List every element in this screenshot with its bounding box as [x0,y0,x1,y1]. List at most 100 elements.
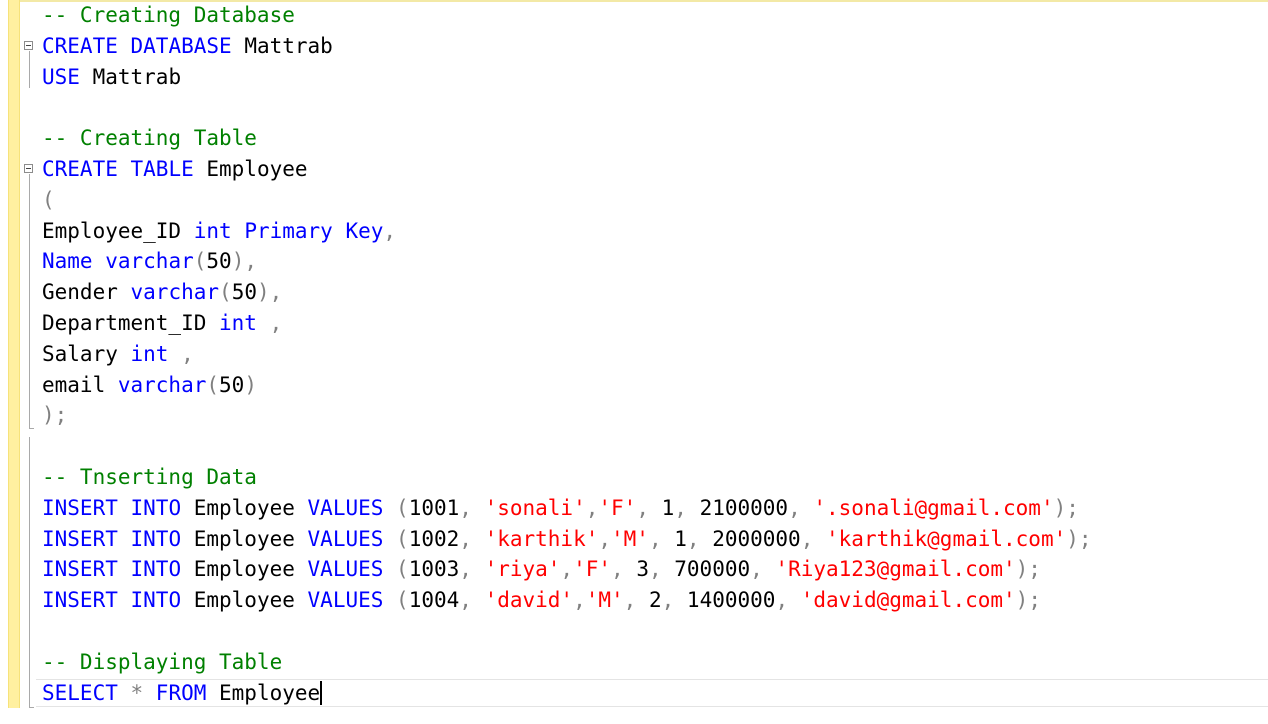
code-token: INSERT [42,588,118,613]
code-line[interactable]: -- Creating Table [42,123,1262,154]
text-caret [320,680,323,705]
code-token: , [459,588,485,613]
code-token: ), [256,280,283,305]
code-line[interactable]: -- Creating Database [42,0,1262,31]
code-token: Mattrab [231,33,333,58]
code-token: , [636,495,662,520]
code-line[interactable]: ); [42,400,1262,431]
code-token: , [661,588,687,613]
code-token: 'F' [573,557,612,582]
code-token: int [193,218,232,243]
code-token: 'karthik@gmail.com' [826,526,1067,551]
code-token: TABLE [130,156,194,181]
code-line[interactable]: USE Mattrab [42,62,1262,93]
code-token: 'Riya123@gmail.com' [775,557,1016,582]
code-token: 1 [674,526,687,551]
code-token: , [800,526,827,551]
code-line[interactable]: CREATE DATABASE Mattrab [42,31,1262,62]
code-line[interactable]: INSERT INTO Employee VALUES (1001, 'sona… [42,493,1262,524]
code-token: Key [345,218,384,243]
code-line[interactable] [42,431,1262,462]
code-token: 1001 [408,495,460,520]
sql-query-editor[interactable]: -- Creating Database CREATE DATABASE Matt… [0,0,1268,724]
code-token: CREATE [42,33,118,58]
code-token: 50 [219,372,245,397]
code-line[interactable]: CREATE TABLE Employee [42,154,1262,185]
code-token: 'david@gmail.com' [800,588,1016,613]
code-token: DATABASE [130,33,232,58]
code-token: , [775,588,801,613]
code-token: 'david' [484,588,574,613]
code-line[interactable]: INSERT INTO Employee VALUES (1004, 'davi… [42,585,1262,616]
code-token: int [219,310,257,335]
change-tracking-margin [8,0,20,708]
code-line[interactable]: Salary int , [42,339,1262,370]
code-token: 2100000 [699,495,789,520]
code-token: ( [383,495,409,520]
code-line[interactable]: Employee_ID int Primary Key, [42,216,1262,247]
code-token: * [117,680,156,705]
code-token: email [42,372,118,397]
code-token: 'riya' [484,557,561,582]
code-token: Department_ID [42,310,220,335]
code-token: VALUES [307,495,384,520]
code-token: , [459,495,485,520]
code-token: ); [1066,526,1092,551]
code-line[interactable] [42,616,1262,647]
code-line[interactable]: INSERT INTO Employee VALUES (1003, 'riya… [42,554,1262,585]
code-token: VALUES [307,557,384,582]
code-token: CREATE [42,156,118,181]
code-token: ), [231,249,257,274]
code-line[interactable]: Name varchar(50), [42,246,1262,277]
code-token: Primary [244,218,333,243]
code-line[interactable]: -- Displaying Table [42,647,1262,678]
code-line[interactable]: -- Tnserting Data [42,462,1262,493]
code-token: 1003 [408,557,460,582]
code-token: , [459,526,485,551]
code-token: INTO [130,526,182,551]
code-token: , [750,557,776,582]
code-token: 'M' [585,588,624,613]
code-token: ); [1053,495,1079,520]
code-line[interactable]: INSERT INTO Employee VALUES (1002, 'kart… [42,524,1262,555]
code-line[interactable] [42,92,1262,123]
code-token: INTO [130,495,182,520]
code-token: ( [383,557,409,582]
code-line[interactable]: email varchar(50) [42,370,1262,401]
code-token: 2000000 [712,526,801,551]
code-token: SELECT [42,680,118,705]
code-token: 'F' [598,495,637,520]
code-token: 'karthik' [484,526,599,551]
code-line[interactable]: SELECT * FROM Employee [42,678,1262,709]
code-token: varchar [117,372,207,397]
code-token: , [383,218,397,243]
code-line[interactable]: Department_ID int , [42,308,1262,339]
code-line[interactable]: Gender varchar(50), [42,277,1262,308]
collapse-region-icon[interactable] [24,164,33,173]
code-token: varchar [130,280,220,305]
code-token: , [459,557,485,582]
code-token: -- Tnserting Data [42,464,257,489]
code-token: Employee [181,588,308,613]
code-token: ) [244,372,257,397]
code-token: ( [42,187,55,212]
code-token: Employee [181,526,308,551]
code-token: 1004 [408,588,460,613]
code-token: , [256,310,283,335]
code-text-area[interactable]: -- Creating Database CREATE DATABASE Matt… [42,0,1262,708]
code-token: , [648,526,675,551]
code-token: FROM [155,680,207,705]
collapse-region-icon[interactable] [24,40,33,50]
code-token: 700000 [674,557,751,582]
code-token: , [623,588,649,613]
code-token: , [611,557,637,582]
code-token: INTO [130,557,182,582]
code-line[interactable]: ( [42,185,1262,216]
code-token: 2 [648,588,662,613]
code-token: 'M' [611,526,649,551]
